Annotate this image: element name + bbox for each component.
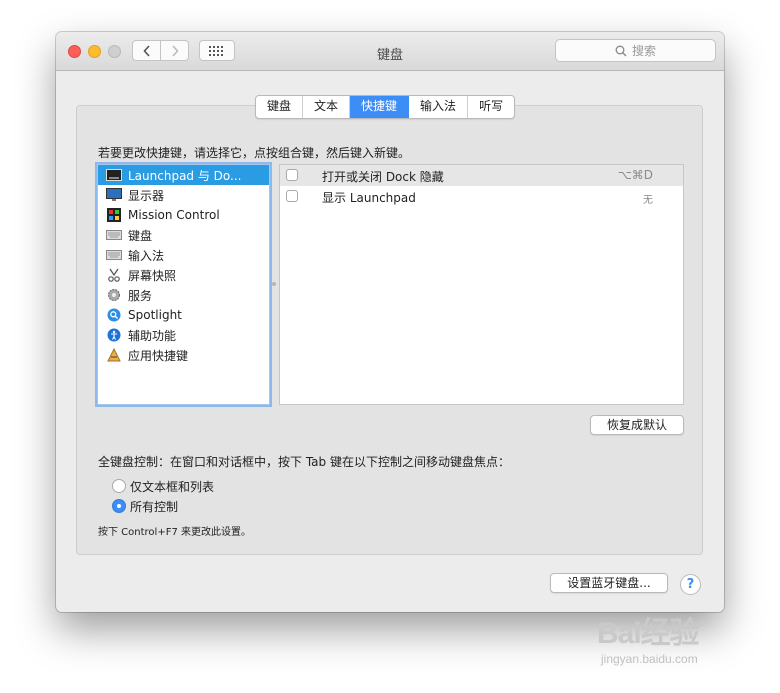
radio-text-boxes-and-lists[interactable]: 仅文本框和列表 bbox=[112, 478, 214, 494]
search-placeholder: 搜索 bbox=[631, 44, 656, 58]
category-list[interactable]: Launchpad 与 Do... 显示器 Mission Control 键盘… bbox=[97, 164, 270, 405]
search-field[interactable]: 搜索 bbox=[555, 39, 716, 62]
setup-bluetooth-keyboard-button[interactable]: 设置蓝牙键盘... bbox=[550, 573, 668, 593]
tab-text[interactable]: 文本 bbox=[303, 96, 351, 118]
restore-defaults-button[interactable]: 恢复成默认 bbox=[590, 415, 684, 435]
tab-dictation[interactable]: 听写 bbox=[468, 96, 514, 118]
radio-button-selected[interactable] bbox=[112, 499, 126, 513]
category-item-input-sources[interactable]: 输入法 bbox=[98, 245, 269, 265]
watermark-url: jingyan.baidu.com bbox=[601, 652, 698, 666]
services-gear-icon bbox=[106, 288, 122, 302]
shortcut-checkbox[interactable] bbox=[286, 190, 298, 202]
display-icon bbox=[106, 188, 122, 202]
tab-keyboard[interactable]: 键盘 bbox=[256, 96, 304, 118]
category-label: Launchpad 与 Do... bbox=[128, 168, 242, 183]
help-button[interactable]: ? bbox=[680, 574, 701, 595]
category-label: 显示器 bbox=[128, 188, 165, 203]
radio-button[interactable] bbox=[112, 479, 126, 493]
tab-bar: 键盘 文本 快捷键 输入法 听写 bbox=[255, 95, 516, 119]
category-label: Spotlight bbox=[128, 308, 182, 322]
radio-all-controls[interactable]: 所有控制 bbox=[112, 498, 178, 514]
category-label: 辅助功能 bbox=[128, 328, 177, 343]
watermark-logo: Bai经验 bbox=[597, 617, 700, 650]
category-item-accessibility[interactable]: 辅助功能 bbox=[98, 325, 269, 345]
category-item-app-shortcuts[interactable]: 应用快捷键 bbox=[98, 345, 269, 365]
title-bar: 键盘 搜索 bbox=[56, 32, 724, 71]
category-item-keyboard[interactable]: 键盘 bbox=[98, 225, 269, 245]
category-item-launchpad[interactable]: Launchpad 与 Do... bbox=[98, 165, 269, 185]
shortcut-list[interactable]: 打开或关闭 Dock 隐藏 ⌥⌘D 显示 Launchpad 无 bbox=[279, 164, 684, 405]
spotlight-icon bbox=[106, 308, 122, 322]
shortcut-key[interactable]: 无 bbox=[643, 191, 653, 206]
category-item-services[interactable]: 服务 bbox=[98, 285, 269, 305]
category-item-spotlight[interactable]: Spotlight bbox=[98, 305, 269, 325]
screenshot-icon bbox=[106, 268, 122, 282]
category-item-screenshots[interactable]: 屏幕快照 bbox=[98, 265, 269, 285]
category-label: 输入法 bbox=[128, 248, 165, 263]
split-divider-handle[interactable] bbox=[272, 282, 276, 286]
preferences-window: 键盘 搜索 键盘 文本 快捷键 输入法 听写 若要更改快捷键，请选择它，点按组合… bbox=[56, 32, 724, 612]
category-label: 应用快捷键 bbox=[128, 348, 189, 363]
instruction-text: 若要更改快捷键，请选择它，点按组合键，然后键入新键。 bbox=[98, 146, 411, 160]
app-shortcuts-icon bbox=[106, 348, 122, 362]
search-icon bbox=[615, 45, 627, 56]
shortcut-checkbox[interactable] bbox=[286, 169, 298, 181]
radio-label: 所有控制 bbox=[130, 499, 179, 514]
shortcut-label: 打开或关闭 Dock 隐藏 bbox=[322, 170, 444, 184]
baidu-watermark: Bai经验 jingyan.baidu.com bbox=[597, 608, 747, 678]
full-keyboard-control-label: 全键盘控制：在窗口和对话框中，按下 Tab 键在以下控制之间移动键盘焦点： bbox=[98, 455, 510, 469]
shortcut-key[interactable]: ⌥⌘D bbox=[618, 168, 653, 182]
input-source-icon bbox=[106, 248, 122, 262]
mission-control-icon bbox=[106, 208, 122, 222]
category-label: 屏幕快照 bbox=[128, 268, 177, 283]
keyboard-icon bbox=[106, 228, 122, 242]
tab-shortcuts[interactable]: 快捷键 bbox=[350, 96, 410, 118]
category-label: 服务 bbox=[128, 288, 153, 303]
radio-label: 仅文本框和列表 bbox=[130, 479, 215, 494]
shortcut-label: 显示 Launchpad bbox=[322, 191, 416, 205]
category-label: Mission Control bbox=[128, 208, 220, 222]
tab-input-sources[interactable]: 输入法 bbox=[409, 96, 469, 118]
launchpad-icon bbox=[106, 168, 122, 182]
category-item-mission-control[interactable]: Mission Control bbox=[98, 205, 269, 225]
shortcut-row[interactable]: 显示 Launchpad 无 bbox=[280, 186, 683, 207]
hint-text: 按下 Control+F7 来更改此设置。 bbox=[98, 527, 251, 538]
shortcut-row[interactable]: 打开或关闭 Dock 隐藏 ⌥⌘D bbox=[280, 165, 683, 186]
category-item-display[interactable]: 显示器 bbox=[98, 185, 269, 205]
category-label: 键盘 bbox=[128, 228, 153, 243]
accessibility-icon bbox=[106, 328, 122, 342]
